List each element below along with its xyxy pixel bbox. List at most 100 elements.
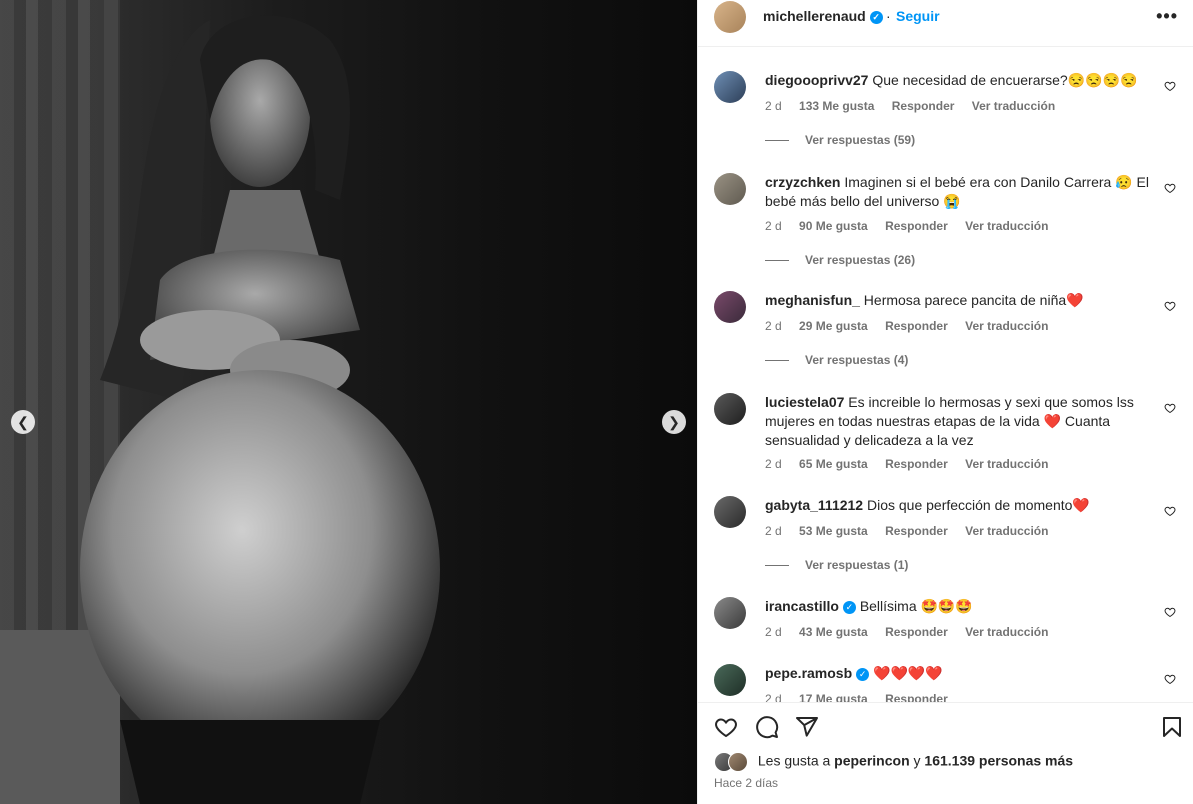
comment-likes[interactable]: 43 Me gusta bbox=[799, 625, 868, 639]
likes-count[interactable]: 161.139 personas más bbox=[924, 753, 1073, 769]
replies-line bbox=[765, 260, 789, 262]
comment-text: gabyta_111212 Dios que perfección de mom… bbox=[765, 496, 1155, 515]
comment-likes[interactable]: 65 Me gusta bbox=[799, 457, 868, 471]
author-avatar[interactable] bbox=[714, 1, 746, 33]
comment-username[interactable]: meghanisfun_ bbox=[765, 292, 860, 308]
reply-button[interactable]: Responder bbox=[885, 524, 948, 538]
comment-likes[interactable]: 133 Me gusta bbox=[799, 99, 874, 113]
comment-likes[interactable]: 53 Me gusta bbox=[799, 524, 868, 538]
photo-subject bbox=[80, 15, 440, 804]
share-icon[interactable] bbox=[795, 715, 819, 739]
commenter-avatar[interactable] bbox=[714, 664, 746, 696]
heart-icon[interactable] bbox=[1164, 606, 1176, 618]
post-media: ❮ ❯ bbox=[0, 0, 697, 804]
author-username[interactable]: michellerenaud ✓ bbox=[763, 8, 883, 24]
view-replies-button[interactable]: Ver respuestas (59) bbox=[765, 133, 915, 147]
reply-button[interactable]: Responder bbox=[885, 219, 948, 233]
comment-time: 2 d bbox=[765, 692, 782, 702]
comment-time: 2 d bbox=[765, 524, 782, 538]
reply-button[interactable]: Responder bbox=[885, 625, 948, 639]
heart-icon[interactable] bbox=[714, 715, 738, 739]
commenter-avatar[interactable] bbox=[714, 291, 746, 323]
comment-time: 2 d bbox=[765, 319, 782, 333]
comment-username[interactable]: irancastillo bbox=[765, 598, 839, 614]
comment-meta: 2 d 43 Me gusta Responder Ver traducción bbox=[765, 625, 1062, 639]
reply-button[interactable]: Responder bbox=[892, 99, 955, 113]
translate-button[interactable]: Ver traducción bbox=[965, 625, 1048, 639]
replies-line bbox=[765, 360, 789, 362]
separator-dot: · bbox=[886, 8, 891, 24]
heart-icon[interactable] bbox=[1164, 182, 1176, 194]
liker-avatar bbox=[728, 752, 748, 772]
comment-text: luciestela07 Es increible lo hermosas y … bbox=[765, 393, 1155, 450]
comment-username[interactable]: luciestela07 bbox=[765, 394, 844, 410]
comment-time: 2 d bbox=[765, 625, 782, 639]
prev-image-button[interactable]: ❮ bbox=[11, 410, 35, 434]
view-replies-button[interactable]: Ver respuestas (4) bbox=[765, 353, 908, 367]
more-icon[interactable]: ••• bbox=[1156, 6, 1178, 27]
comment-text: pepe.ramosb ✓ ❤️❤️❤️❤️ bbox=[765, 664, 1155, 683]
translate-button[interactable]: Ver traducción bbox=[965, 524, 1048, 538]
translate-button[interactable]: Ver traducción bbox=[965, 319, 1048, 333]
reply-button[interactable]: Responder bbox=[885, 319, 948, 333]
commenter-avatar[interactable] bbox=[714, 496, 746, 528]
post-header: michellerenaud ✓ · Seguir ••• bbox=[698, 0, 1193, 47]
comment-username[interactable]: gabyta_111212 bbox=[765, 497, 863, 513]
comment-text: diegoooprivv27 Que necesidad de encuerar… bbox=[765, 71, 1155, 90]
liker-username[interactable]: peperincon bbox=[834, 753, 909, 769]
comment-likes[interactable]: 90 Me gusta bbox=[799, 219, 868, 233]
chevron-left-icon: ❮ bbox=[17, 413, 29, 430]
next-image-button[interactable]: ❯ bbox=[662, 410, 686, 434]
comment-username[interactable]: pepe.ramosb bbox=[765, 665, 852, 681]
post-side-panel: michellerenaud ✓ · Seguir ••• diegooopriv… bbox=[697, 0, 1193, 804]
bookmark-icon[interactable] bbox=[1160, 715, 1184, 739]
comment-meta: 2 d 29 Me gusta Responder Ver traducción bbox=[765, 319, 1062, 333]
commenter-avatar[interactable] bbox=[714, 393, 746, 425]
verified-icon: ✓ bbox=[842, 600, 856, 614]
heart-icon[interactable] bbox=[1164, 300, 1176, 312]
comment-text: irancastillo ✓ Bellísima 🤩🤩🤩 bbox=[765, 597, 1155, 616]
verified-icon: ✓ bbox=[869, 10, 883, 24]
comment-username[interactable]: crzyzchken bbox=[765, 174, 840, 190]
comment-icon[interactable] bbox=[755, 715, 779, 739]
heart-icon[interactable] bbox=[1164, 673, 1176, 685]
verified-icon: ✓ bbox=[856, 667, 870, 681]
comment-body: Dios que perfección de momento❤️ bbox=[866, 497, 1090, 513]
comment-meta: 2 d 17 Me gusta Responder bbox=[765, 692, 962, 702]
heart-icon[interactable] bbox=[1164, 505, 1176, 517]
reply-button[interactable]: Responder bbox=[885, 692, 948, 702]
comment-time: 2 d bbox=[765, 457, 782, 471]
comment-text: meghanisfun_ Hermosa parece pancita de n… bbox=[765, 291, 1155, 310]
commenter-avatar[interactable] bbox=[714, 173, 746, 205]
heart-icon[interactable] bbox=[1164, 80, 1176, 92]
comments-list[interactable]: diegoooprivv27 Que necesidad de encuerar… bbox=[698, 47, 1193, 702]
post-timestamp[interactable]: Hace 2 días bbox=[714, 776, 778, 790]
view-replies-button[interactable]: Ver respuestas (26) bbox=[765, 253, 915, 267]
comment-meta: 2 d 65 Me gusta Responder Ver traducción bbox=[765, 457, 1062, 471]
comment-meta: 2 d 133 Me gusta Responder Ver traducció… bbox=[765, 99, 1069, 113]
likes-prefix: Les gusta a bbox=[757, 752, 831, 769]
translate-button[interactable]: Ver traducción bbox=[965, 219, 1048, 233]
comment-time: 2 d bbox=[765, 219, 782, 233]
likes-joiner: y bbox=[913, 752, 921, 769]
heart-icon[interactable] bbox=[1164, 402, 1176, 414]
view-replies-button[interactable]: Ver respuestas (1) bbox=[765, 558, 908, 572]
commenter-avatar[interactable] bbox=[714, 71, 746, 103]
comment-username[interactable]: diegoooprivv27 bbox=[765, 72, 868, 88]
comment-time: 2 d bbox=[765, 99, 782, 113]
comment-body: ❤️❤️❤️❤️ bbox=[873, 665, 943, 681]
translate-button[interactable]: Ver traducción bbox=[965, 457, 1048, 471]
chevron-right-icon: ❯ bbox=[668, 413, 680, 430]
likes-summary: Les gusta a peperincon y 161.139 persona… bbox=[714, 752, 1073, 772]
follow-button[interactable]: Seguir bbox=[896, 8, 940, 24]
comment-text: crzyzchken Imaginen si el bebé era con D… bbox=[765, 173, 1155, 211]
translate-button[interactable]: Ver traducción bbox=[972, 99, 1055, 113]
comment-meta: 2 d 90 Me gusta Responder Ver traducción bbox=[765, 219, 1062, 233]
comment-body: Bellísima 🤩🤩🤩 bbox=[859, 598, 973, 614]
replies-line bbox=[765, 565, 789, 567]
comment-likes[interactable]: 29 Me gusta bbox=[799, 319, 868, 333]
commenter-avatar[interactable] bbox=[714, 597, 746, 629]
comment-meta: 2 d 53 Me gusta Responder Ver traducción bbox=[765, 524, 1062, 538]
reply-button[interactable]: Responder bbox=[885, 457, 948, 471]
comment-likes[interactable]: 17 Me gusta bbox=[799, 692, 868, 702]
